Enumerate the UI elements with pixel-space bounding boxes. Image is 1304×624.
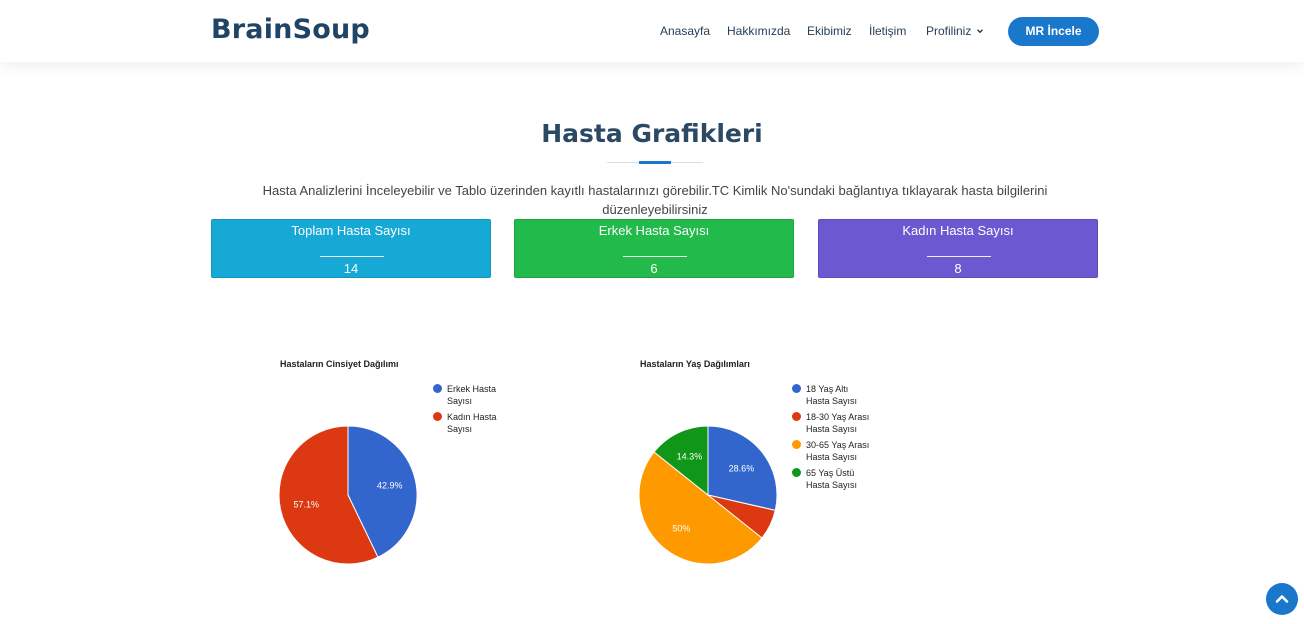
legend-swatch <box>792 384 801 393</box>
stat-card-total: Toplam Hasta Sayısı 14 <box>211 219 491 278</box>
site-header: BrainSoup Anasayfa Hakkımızda Ekibimiz İ… <box>0 0 1304 62</box>
pie-slice-label: 28.6% <box>729 463 755 473</box>
section-description: Hasta Analizlerini İnceleyebilir ve Tabl… <box>262 183 1048 217</box>
stat-card-value: 8 <box>954 261 962 276</box>
stat-card-female: Kadın Hasta Sayısı 8 <box>818 219 1098 278</box>
chevron-down-icon <box>977 29 984 34</box>
stat-card-value: 6 <box>650 261 658 276</box>
legend-swatch <box>792 468 801 477</box>
stat-card-male: Erkek Hasta Sayısı 6 <box>514 219 794 278</box>
gender-chart-title: Hastaların Cinsiyet Dağılımı <box>280 359 399 369</box>
pie-slice-label: 50% <box>672 523 690 533</box>
brand-logo[interactable]: BrainSoup <box>211 14 370 45</box>
stat-card-value: 14 <box>343 261 359 276</box>
stat-card-title: Erkek Hasta Sayısı <box>598 223 710 238</box>
nav-profile-label: Profiliniz <box>926 24 972 38</box>
pie-slice-label: 14.3% <box>677 451 703 461</box>
legend-item[interactable]: Kadın Hasta Sayısı <box>433 411 511 435</box>
legend-label: Kadın Hasta Sayısı <box>447 412 497 434</box>
stat-card-divider <box>927 256 991 257</box>
stat-card-title: Toplam Hasta Sayısı <box>291 223 411 238</box>
legend-item[interactable]: 18 Yaş Altı Hasta Sayısı <box>792 383 870 407</box>
age-chart-title: Hastaların Yaş Dağılımları <box>640 359 750 369</box>
legend-swatch <box>433 384 442 393</box>
legend-item[interactable]: 65 Yaş Üstü Hasta Sayısı <box>792 467 870 491</box>
legend-label: 30-65 Yaş Arası Hasta Sayısı <box>806 440 870 462</box>
stat-card-divider <box>320 256 384 257</box>
stat-card-title: Kadın Hasta Sayısı <box>902 223 1014 238</box>
nav-profile-dropdown[interactable]: Profiliniz <box>926 24 985 38</box>
chevron-up-icon <box>1275 595 1289 603</box>
legend-item[interactable]: 30-65 Yaş Arası Hasta Sayısı <box>792 439 870 463</box>
nav-hakkimizda[interactable]: Hakkımızda <box>727 24 790 38</box>
legend-swatch <box>792 440 801 449</box>
legend-label: 18-30 Yaş Arası Hasta Sayısı <box>806 412 870 434</box>
nav-iletisim[interactable]: İletişim <box>869 24 906 38</box>
pie-slice-label: 42.9% <box>377 480 403 490</box>
pie-slice-label: 57.1% <box>294 500 320 510</box>
age-pie-chart: 28.6% 50% 14.3% <box>638 425 778 565</box>
scroll-to-top-button[interactable] <box>1266 583 1298 615</box>
page-title: Hasta Grafikleri <box>541 119 763 148</box>
legend-label: 65 Yaş Üstü Hasta Sayısı <box>806 468 858 490</box>
legend-label: Erkek Hasta Sayısı <box>447 384 497 406</box>
legend-swatch <box>433 412 442 421</box>
legend-item[interactable]: 18-30 Yaş Arası Hasta Sayısı <box>792 411 870 435</box>
legend-item[interactable]: Erkek Hasta Sayısı <box>433 383 511 407</box>
legend-swatch <box>792 412 801 421</box>
nav-anasayfa[interactable]: Anasayfa <box>660 24 710 38</box>
stat-card-divider <box>623 256 687 257</box>
legend-label: 18 Yaş Altı Hasta Sayısı <box>806 384 858 406</box>
mr-incele-button[interactable]: MR İncele <box>1008 17 1099 46</box>
nav-ekibimiz[interactable]: Ekibimiz <box>807 24 852 38</box>
gender-pie-chart: 42.9% 57.1% <box>278 425 418 565</box>
title-divider-accent <box>639 161 671 164</box>
